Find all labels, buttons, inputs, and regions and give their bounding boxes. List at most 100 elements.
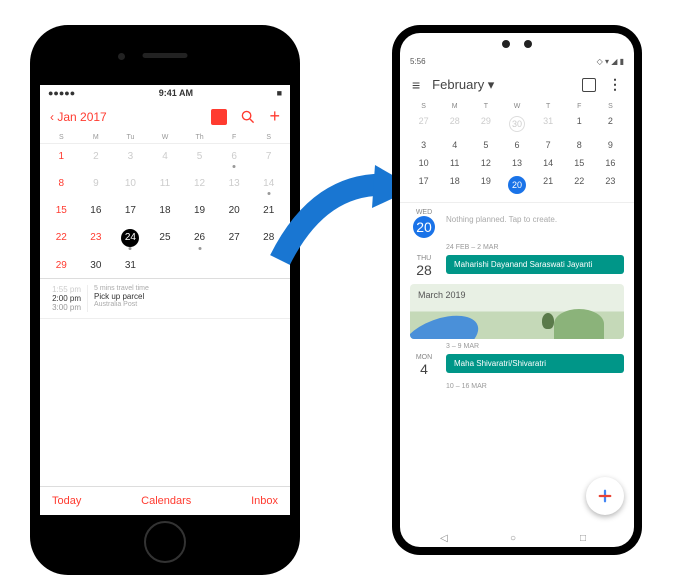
- day-cell[interactable]: 16: [79, 202, 114, 219]
- day-cell[interactable]: 19: [470, 176, 501, 194]
- day-cell[interactable]: 23: [79, 229, 114, 247]
- event-end: 3:00 pm: [48, 303, 81, 312]
- weekday-label: S: [251, 134, 286, 141]
- day-cell[interactable]: [148, 257, 183, 274]
- day-cell[interactable]: 27: [217, 229, 252, 247]
- day-cell[interactable]: 27: [408, 116, 439, 132]
- day-cell[interactable]: 9: [595, 140, 626, 150]
- day-cell[interactable]: 13: [501, 158, 532, 168]
- day-cell[interactable]: 17: [113, 202, 148, 219]
- home-button[interactable]: [144, 521, 186, 563]
- day-cell[interactable]: 24: [121, 229, 139, 247]
- android-device: 5:56 ◇ ▾ ◢ ▮ ≡ February ▾ ⋮ SMTWTFS 2728…: [392, 25, 642, 555]
- day-cell[interactable]: 1: [564, 116, 595, 132]
- day-cell[interactable]: 30: [509, 116, 525, 132]
- weekday-label: W: [148, 134, 183, 141]
- weekday-label: Th: [182, 134, 217, 141]
- day-cell[interactable]: 20: [508, 176, 526, 194]
- day-cell[interactable]: 18: [148, 202, 183, 219]
- day-cell[interactable]: 7: [533, 140, 564, 150]
- home-nav-icon[interactable]: ○: [510, 533, 524, 547]
- day-cell[interactable]: 19: [182, 202, 217, 219]
- agenda-item[interactable]: THU 28 Maharishi Dayanand Saraswati Jaya…: [410, 255, 624, 278]
- day-cell[interactable]: 3: [408, 140, 439, 150]
- create-event-fab[interactable]: [586, 477, 624, 515]
- weekday: MON: [410, 354, 438, 361]
- day-cell[interactable]: 12: [470, 158, 501, 168]
- today-icon[interactable]: [582, 78, 596, 92]
- agenda-today[interactable]: WED 20 Nothing planned. Tap to create.: [410, 209, 624, 238]
- day-cell[interactable]: 4: [148, 148, 183, 165]
- day-cell[interactable]: 29: [470, 116, 501, 132]
- day-cell[interactable]: 22: [564, 176, 595, 194]
- month-dropdown[interactable]: February ▾: [432, 77, 570, 93]
- day-cell[interactable]: 31: [113, 257, 148, 274]
- day-cell[interactable]: 11: [148, 175, 183, 192]
- day-cell[interactable]: 18: [439, 176, 470, 194]
- weekday-label: T: [470, 103, 501, 110]
- weekday-label: Tu: [113, 134, 148, 141]
- day-cell[interactable]: 17: [408, 176, 439, 194]
- day-cell[interactable]: 10: [408, 158, 439, 168]
- day-cell[interactable]: 8: [564, 140, 595, 150]
- day-cell[interactable]: [217, 257, 252, 274]
- day-cell[interactable]: 3: [113, 148, 148, 165]
- back-button[interactable]: ‹ Jan 2017: [50, 110, 107, 124]
- day-cell[interactable]: 22: [44, 229, 79, 247]
- ios-month-grid[interactable]: 1234567891011121314151617181920212223242…: [40, 144, 290, 279]
- back-nav-icon[interactable]: ◁: [440, 533, 454, 547]
- day-cell[interactable]: 9: [79, 175, 114, 192]
- day-cell[interactable]: 4: [439, 140, 470, 150]
- event-chip[interactable]: Maha Shivaratri/Shivaratri: [446, 354, 624, 373]
- day-cell[interactable]: 15: [44, 202, 79, 219]
- day-cell[interactable]: 2: [595, 116, 626, 132]
- date-range: 10 – 16 MAR: [446, 383, 624, 390]
- day-cell[interactable]: 14: [533, 158, 564, 168]
- android-month-grid[interactable]: 2728293031123456789101112131415161718192…: [400, 114, 634, 203]
- day-cell[interactable]: 16: [595, 158, 626, 168]
- day-cell[interactable]: 5: [182, 148, 217, 165]
- android-status-bar: 5:56 ◇ ▾ ◢ ▮: [400, 55, 634, 68]
- day-cell[interactable]: [182, 257, 217, 274]
- day-cell[interactable]: 10: [113, 175, 148, 192]
- day-cell[interactable]: 26: [182, 229, 217, 247]
- day-cell[interactable]: 5: [470, 140, 501, 150]
- day-cell[interactable]: 15: [564, 158, 595, 168]
- day-cell[interactable]: 2: [79, 148, 114, 165]
- day-cell[interactable]: 6: [217, 148, 252, 165]
- view-toggle-icon[interactable]: [211, 109, 227, 125]
- weekday-label: T: [533, 103, 564, 110]
- agenda-item[interactable]: MON 4 Maha Shivaratri/Shivaratri: [410, 354, 624, 377]
- day-cell[interactable]: 12: [182, 175, 217, 192]
- status-icons: ◇ ▾ ◢ ▮: [597, 57, 624, 66]
- calendars-button[interactable]: Calendars: [141, 495, 191, 507]
- day-cell[interactable]: 23: [595, 176, 626, 194]
- date-range: 3 – 9 MAR: [446, 343, 624, 350]
- day-cell[interactable]: 11: [439, 158, 470, 168]
- inbox-button[interactable]: Inbox: [251, 495, 278, 507]
- day-cell[interactable]: 20: [217, 202, 252, 219]
- day-cell[interactable]: 25: [148, 229, 183, 247]
- android-weekday-row: SMTWTFS: [400, 101, 634, 114]
- day-cell[interactable]: 30: [79, 257, 114, 274]
- event-chip[interactable]: Maharishi Dayanand Saraswati Jayanti: [446, 255, 624, 274]
- day-cell[interactable]: 13: [217, 175, 252, 192]
- date-badge: WED 20: [410, 209, 438, 238]
- day-cell[interactable]: 21: [533, 176, 564, 194]
- search-icon[interactable]: [241, 110, 255, 124]
- day-cell[interactable]: 1: [44, 148, 79, 165]
- day-cell[interactable]: 6: [501, 140, 532, 150]
- more-icon[interactable]: ⋮: [608, 76, 622, 93]
- day-cell[interactable]: 28: [439, 116, 470, 132]
- add-event-button[interactable]: +: [269, 106, 280, 127]
- today-button[interactable]: Today: [52, 495, 81, 507]
- empty-text[interactable]: Nothing planned. Tap to create.: [446, 209, 557, 224]
- hill-decoration: [554, 309, 604, 339]
- daynum: 28: [410, 262, 438, 278]
- day-cell[interactable]: 29: [44, 257, 79, 274]
- recent-nav-icon[interactable]: □: [580, 533, 594, 547]
- day-cell[interactable]: 31: [533, 116, 564, 132]
- day-cell[interactable]: 8: [44, 175, 79, 192]
- menu-icon[interactable]: ≡: [412, 77, 420, 93]
- event-row[interactable]: 1:55 pm 2:00 pm 3:00 pm 5 mins travel ti…: [40, 279, 290, 319]
